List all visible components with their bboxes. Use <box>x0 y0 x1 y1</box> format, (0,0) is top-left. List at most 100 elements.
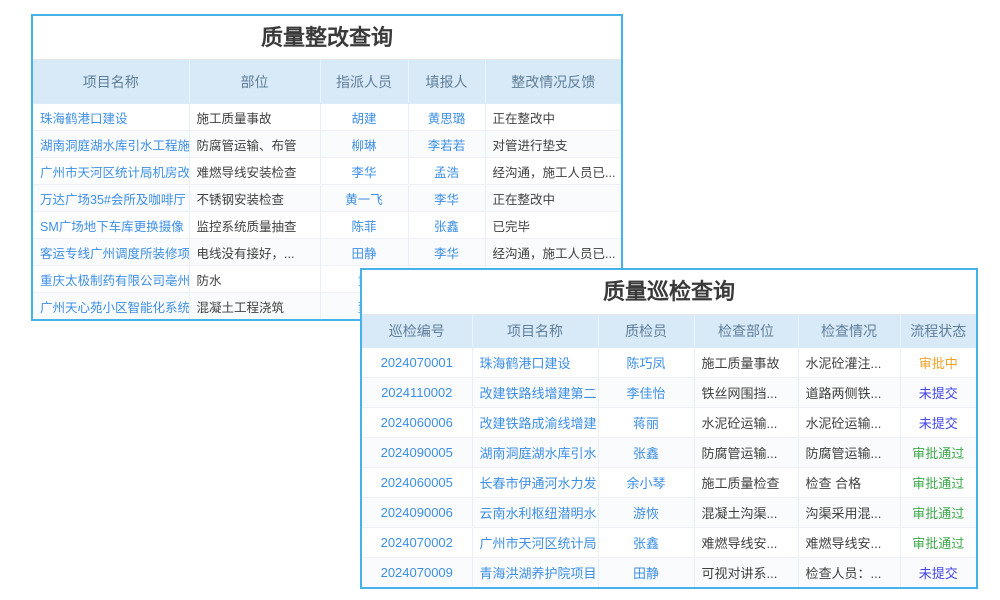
feedback-cell: 经沟通，施工人员已... <box>485 158 621 185</box>
inspector-link[interactable]: 陈巧凤 <box>598 348 694 378</box>
inspection-no-link[interactable]: 2024060005 <box>362 468 472 498</box>
status-badge: 审批通过 <box>900 438 976 468</box>
check-part-cell: 可视对讲系... <box>694 558 798 588</box>
check-part-cell: 水泥砼运输... <box>694 408 798 438</box>
table-row: 2024070002广州市天河区统计局张鑫难燃导线安...难燃导线安...审批通… <box>362 528 976 558</box>
col-header-feedback: 整改情况反馈 <box>485 60 621 104</box>
inspector-link[interactable]: 游恢 <box>598 498 694 528</box>
check-situation-cell: 沟渠采用混... <box>798 498 900 528</box>
status-badge: 未提交 <box>900 408 976 438</box>
col-header-inspection-no: 巡检编号 <box>362 315 472 348</box>
project-name-link[interactable]: 湖南洞庭湖水库引水工程施 <box>33 131 189 158</box>
table-row: 2024090005湖南洞庭湖水库引水张鑫防腐管运输...防腐管运输...审批通… <box>362 438 976 468</box>
rectification-panel-title: 质量整改查询 <box>33 16 621 60</box>
check-situation-cell: 水泥砼运输... <box>798 408 900 438</box>
project-name-link[interactable]: 广州市天河区统计局机房改 <box>33 158 189 185</box>
rectification-header-row: 项目名称 部位 指派人员 填报人 整改情况反馈 <box>33 60 621 104</box>
table-row: 广州市天河区统计局机房改难燃导线安装检查李华孟浩经沟通，施工人员已... <box>33 158 621 185</box>
check-situation-cell: 难燃导线安... <box>798 528 900 558</box>
inspection-no-link[interactable]: 2024070001 <box>362 348 472 378</box>
inspector-link[interactable]: 李佳怡 <box>598 378 694 408</box>
project-name-link[interactable]: 珠海鹤港口建设 <box>472 348 598 378</box>
table-row: 湖南洞庭湖水库引水工程施防腐管运输、布管柳琳李若若对管进行垫支 <box>33 131 621 158</box>
inspection-no-link[interactable]: 2024070002 <box>362 528 472 558</box>
project-name-link[interactable]: 广州天心苑小区智能化系统 <box>33 293 189 320</box>
feedback-cell: 正在整改中 <box>485 104 621 131</box>
table-row: SM广场地下车库更换摄像监控系统质量抽查陈菲张鑫已完毕 <box>33 212 621 239</box>
project-name-link[interactable]: 湖南洞庭湖水库引水 <box>472 438 598 468</box>
assignee-link[interactable]: 田静 <box>320 239 408 266</box>
feedback-cell: 已完毕 <box>485 212 621 239</box>
col-header-flow-status: 流程状态 <box>900 315 976 348</box>
inspection-panel-title: 质量巡检查询 <box>362 270 976 315</box>
project-name-link[interactable]: 客运专线广州调度所装修项 <box>33 239 189 266</box>
inspection-no-link[interactable]: 2024060006 <box>362 408 472 438</box>
reporter-link[interactable]: 孟浩 <box>408 158 485 185</box>
reporter-link[interactable]: 黄思璐 <box>408 104 485 131</box>
status-badge: 审批中 <box>900 348 976 378</box>
project-name-link[interactable]: 青海洪湖养护院项目 <box>472 558 598 588</box>
status-badge: 未提交 <box>900 558 976 588</box>
inspector-link[interactable]: 张鑫 <box>598 528 694 558</box>
col-header-project-name: 项目名称 <box>472 315 598 348</box>
status-badge: 审批通过 <box>900 498 976 528</box>
project-name-link[interactable]: 重庆太极制药有限公司亳州 <box>33 266 189 293</box>
table-row: 2024060006改建铁路成渝线增建蒋丽水泥砼运输...水泥砼运输...未提交 <box>362 408 976 438</box>
reporter-link[interactable]: 李华 <box>408 185 485 212</box>
project-name-link[interactable]: 云南水利枢纽潜明水 <box>472 498 598 528</box>
project-name-link[interactable]: 广州市天河区统计局 <box>472 528 598 558</box>
col-header-check-situation: 检查情况 <box>798 315 900 348</box>
project-name-link[interactable]: 长春市伊通河水力发 <box>472 468 598 498</box>
inspection-no-link[interactable]: 2024070009 <box>362 558 472 588</box>
reporter-link[interactable]: 李华 <box>408 239 485 266</box>
check-situation-cell: 检查 合格 <box>798 468 900 498</box>
inspection-header-row: 巡检编号 项目名称 质检员 检查部位 检查情况 流程状态 <box>362 315 976 348</box>
col-header-reporter: 填报人 <box>408 60 485 104</box>
project-name-link[interactable]: 珠海鹤港口建设 <box>33 104 189 131</box>
part-cell: 混凝土工程浇筑 <box>189 293 320 320</box>
inspector-link[interactable]: 张鑫 <box>598 438 694 468</box>
inspection-no-link[interactable]: 2024110002 <box>362 378 472 408</box>
inspection-query-panel: 质量巡检查询 巡检编号 项目名称 质检员 检查部位 检查情况 流程状态 2024… <box>360 268 978 589</box>
part-cell: 防腐管运输、布管 <box>189 131 320 158</box>
table-row: 珠海鹤港口建设施工质量事故胡建黄思璐正在整改中 <box>33 104 621 131</box>
part-cell: 监控系统质量抽查 <box>189 212 320 239</box>
check-part-cell: 施工质量检查 <box>694 468 798 498</box>
col-header-part: 部位 <box>189 60 320 104</box>
project-name-link[interactable]: 改建铁路线增建第二 <box>472 378 598 408</box>
inspector-link[interactable]: 余小琴 <box>598 468 694 498</box>
inspection-no-link[interactable]: 2024090005 <box>362 438 472 468</box>
reporter-link[interactable]: 张鑫 <box>408 212 485 239</box>
table-row: 客运专线广州调度所装修项电线没有接好，...田静李华经沟通，施工人员已... <box>33 239 621 266</box>
reporter-link[interactable]: 李若若 <box>408 131 485 158</box>
col-header-check-part: 检查部位 <box>694 315 798 348</box>
status-badge: 未提交 <box>900 378 976 408</box>
project-name-link[interactable]: 万达广场35#会所及咖啡厅 <box>33 185 189 212</box>
project-name-link[interactable]: 改建铁路成渝线增建 <box>472 408 598 438</box>
assignee-link[interactable]: 黄一飞 <box>320 185 408 212</box>
feedback-cell: 经沟通，施工人员已... <box>485 239 621 266</box>
table-row: 万达广场35#会所及咖啡厅不锈钢安装检查黄一飞李华正在整改中 <box>33 185 621 212</box>
table-row: 2024090006云南水利枢纽潜明水游恢混凝土沟渠...沟渠采用混...审批通… <box>362 498 976 528</box>
check-part-cell: 铁丝网围挡... <box>694 378 798 408</box>
table-row: 2024070009青海洪湖养护院项目田静可视对讲系...检查人员：...未提交 <box>362 558 976 588</box>
check-situation-cell: 道路两侧铁... <box>798 378 900 408</box>
feedback-cell: 正在整改中 <box>485 185 621 212</box>
col-header-assignee: 指派人员 <box>320 60 408 104</box>
assignee-link[interactable]: 李华 <box>320 158 408 185</box>
col-header-project-name: 项目名称 <box>33 60 189 104</box>
table-row: 2024070001珠海鹤港口建设陈巧凤施工质量事故水泥砼灌注...审批中 <box>362 348 976 378</box>
check-part-cell: 防腐管运输... <box>694 438 798 468</box>
project-name-link[interactable]: SM广场地下车库更换摄像 <box>33 212 189 239</box>
assignee-link[interactable]: 胡建 <box>320 104 408 131</box>
inspector-link[interactable]: 蒋丽 <box>598 408 694 438</box>
part-cell: 难燃导线安装检查 <box>189 158 320 185</box>
status-badge: 审批通过 <box>900 528 976 558</box>
part-cell: 电线没有接好，... <box>189 239 320 266</box>
assignee-link[interactable]: 陈菲 <box>320 212 408 239</box>
inspection-no-link[interactable]: 2024090006 <box>362 498 472 528</box>
inspection-table-body: 2024070001珠海鹤港口建设陈巧凤施工质量事故水泥砼灌注...审批中202… <box>362 348 976 588</box>
table-row: 2024110002改建铁路线增建第二李佳怡铁丝网围挡...道路两侧铁...未提… <box>362 378 976 408</box>
assignee-link[interactable]: 柳琳 <box>320 131 408 158</box>
inspector-link[interactable]: 田静 <box>598 558 694 588</box>
